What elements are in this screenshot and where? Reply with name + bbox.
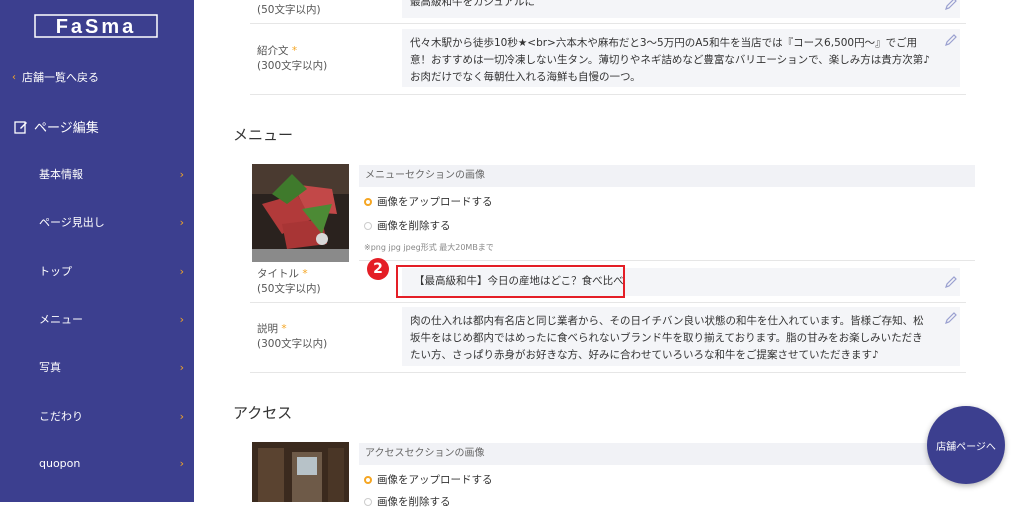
page-edit-label: ページ編集 [34, 121, 99, 136]
sidebar-item-page-heading[interactable]: ページ見出し › [39, 214, 184, 230]
catch-copy-field[interactable]: 最高級和牛をカジュアルに [402, 0, 960, 18]
store-page-button[interactable]: 店舗ページへ [927, 406, 1005, 484]
sidebar-item-label: トップ [39, 265, 72, 278]
menu-delete-label: 画像を削除する [377, 220, 451, 232]
divider [250, 23, 966, 24]
radio-selected-icon [364, 197, 372, 206]
divider [250, 94, 966, 95]
chevron-right-icon: › [179, 264, 184, 278]
pencil-icon[interactable] [944, 275, 958, 289]
sidebar: FaSma ‹ 店舗一覧へ戻る ページ編集 基本情報 › ページ見出し › トッ… [0, 0, 194, 502]
highlight-box [396, 265, 625, 298]
sidebar-item-label: quopon [39, 457, 81, 470]
pencil-icon[interactable] [944, 0, 958, 11]
intro-limit: (300文字以内) [257, 60, 328, 72]
file-format-note: ※png jpg jpeg形式 最大20MBまで [364, 243, 494, 252]
chevron-right-icon: › [179, 409, 184, 423]
pencil-icon[interactable] [944, 33, 958, 47]
divider [250, 372, 966, 373]
menu-desc-field[interactable]: 肉の仕入れは都内有名店と同じ業者から、その日イチバン良い状態の和牛を仕入れていま… [402, 307, 960, 366]
radio-unselected-icon [364, 221, 372, 230]
sidebar-item-label: メニュー [39, 313, 83, 326]
back-to-store-list-link[interactable]: ‹ 店舗一覧へ戻る [12, 69, 99, 85]
menu-desc-value: 肉の仕入れは都内有名店と同じ業者から、その日イチバン良い状態の和牛を仕入れていま… [410, 315, 924, 361]
sidebar-item-menu[interactable]: メニュー › [39, 311, 184, 327]
chevron-right-icon: › [179, 215, 184, 229]
divider [359, 260, 975, 261]
sidebar-item-label: 写真 [39, 361, 61, 374]
divider [250, 302, 966, 303]
menu-section-title: メニュー [233, 126, 294, 144]
menu-delete-radio[interactable]: 画像を削除する [364, 218, 451, 233]
intro-field[interactable]: 代々木駅から徒歩10秒★<br>六本木や麻布だと3〜5万円のA5和牛を当店では『… [402, 29, 960, 87]
menu-upload-radio[interactable]: 画像をアップロードする [364, 194, 493, 209]
menu-desc-limit: (300文字以内) [257, 338, 328, 350]
access-image [252, 442, 349, 502]
fasma-logo: FaSma [34, 14, 158, 38]
chevron-right-icon: › [179, 360, 184, 374]
annotation-badge: 2 [367, 258, 389, 280]
sidebar-item-basic-info[interactable]: 基本情報 › [39, 166, 184, 182]
chevron-right-icon: › [179, 457, 184, 470]
chevron-left-icon: ‹ [12, 71, 16, 83]
menu-upload-label: 画像をアップロードする [377, 196, 493, 208]
menu-title-limit: (50文字以内) [257, 283, 321, 295]
page-edit-heading: ページ編集 [14, 117, 99, 136]
catch-copy-value: 最高級和牛をカジュアルに [410, 0, 535, 8]
chevron-right-icon: › [179, 167, 184, 181]
logo-text: FaSma [56, 16, 137, 38]
edit-icon [14, 120, 27, 134]
sidebar-item-photos[interactable]: 写真 › [39, 359, 184, 375]
intro-value: 代々木駅から徒歩10秒★<br>六本木や麻布だと3〜5万円のA5和牛を当店では『… [410, 37, 930, 83]
access-upload-radio[interactable]: 画像をアップロードする [364, 472, 493, 487]
access-section-title: アクセス [233, 404, 293, 422]
sidebar-item-label: こだわり [39, 410, 83, 423]
sidebar-item-quopon[interactable]: quopon › [39, 457, 184, 470]
sidebar-item-commitment[interactable]: こだわり › [39, 408, 184, 424]
menu-image-panel-header: メニューセクションの画像 [359, 165, 975, 187]
sidebar-item-label: ページ見出し [39, 216, 105, 229]
access-image-panel-header: アクセスセクションの画像 [359, 443, 975, 465]
menu-image [252, 164, 349, 262]
sidebar-item-top[interactable]: トップ › [39, 263, 184, 279]
chevron-right-icon: › [179, 312, 184, 326]
store-page-label: 店舗ページへ [936, 441, 996, 453]
sidebar-item-label: 基本情報 [39, 168, 83, 181]
radio-selected-icon [364, 475, 372, 484]
back-label: 店舗一覧へ戻る [22, 71, 99, 84]
pencil-icon[interactable] [944, 311, 958, 325]
access-upload-label: 画像をアップロードする [377, 474, 493, 486]
catch-limit: (50文字以内) [257, 4, 321, 16]
